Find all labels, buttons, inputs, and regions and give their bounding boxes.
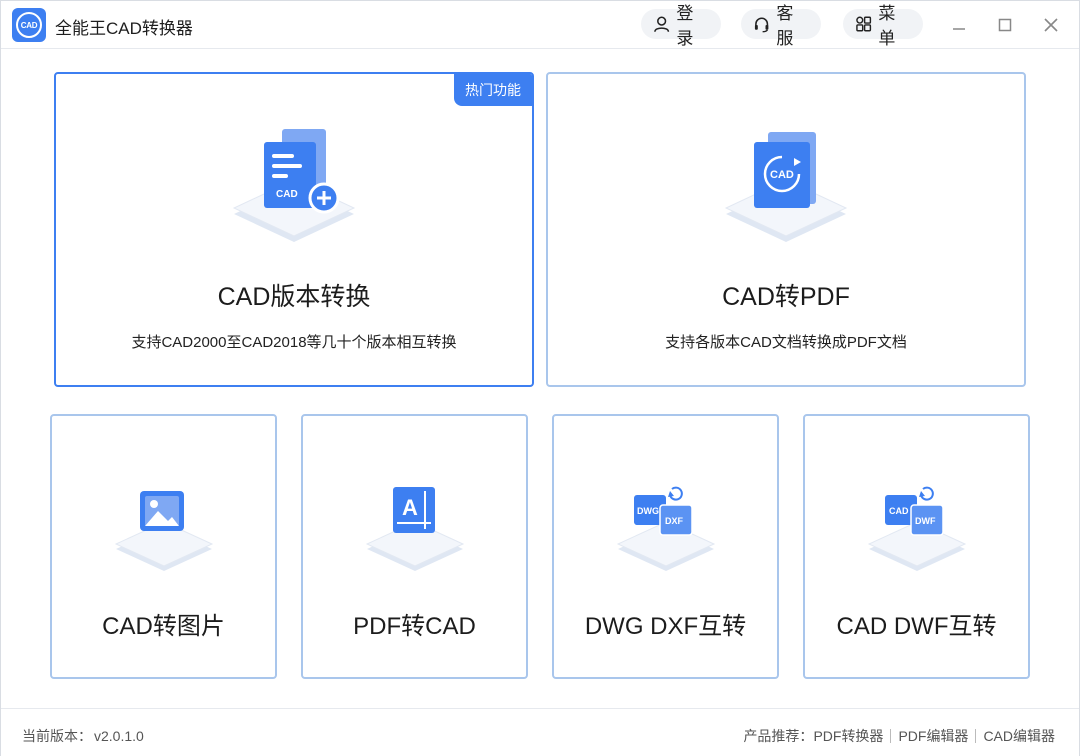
text-a-icon-letter: A <box>402 495 418 520</box>
divider <box>890 729 892 743</box>
version-number: v2.0.1.0 <box>94 728 144 744</box>
grid-menu-icon <box>856 16 872 32</box>
cad-convert-icon: CAD <box>724 132 848 242</box>
cad-dwf-icon: CAD DWF <box>867 486 966 571</box>
menu-label: 菜单 <box>878 4 896 48</box>
headset-icon <box>754 17 769 33</box>
cad-convert-icon-text: CAD <box>770 169 794 181</box>
cad-add-icon-text: CAD <box>276 189 298 200</box>
feature-title: DWG DXF互转 <box>584 613 747 640</box>
version-info: 当前版本： v2.0.1.0 <box>22 726 144 746</box>
feature-title: CAD版本转换 <box>217 283 371 311</box>
card-cad-dwf-convert[interactable]: CAD DWF CAD DWF互转 <box>803 414 1030 679</box>
feature-title: CAD DWF互转 <box>836 613 997 640</box>
dwg-dxf-icon: DWG DXF <box>616 486 715 571</box>
logo-text: CAD <box>16 12 42 38</box>
menu-button[interactable]: 菜单 <box>843 4 923 48</box>
feature-title: CAD转PDF <box>722 283 850 311</box>
link-pdf-editor[interactable]: PDF编辑器 <box>898 726 968 746</box>
maximize-button[interactable] <box>991 11 1019 39</box>
feature-description: 支持各版本CAD文档转换成PDF文档 <box>665 334 907 351</box>
status-bar: 当前版本： v2.0.1.0 产品推荐： PDF转换器 PDF编辑器 CAD编辑器 <box>1 708 1079 756</box>
login-button[interactable]: 登录 <box>641 4 721 48</box>
user-icon <box>654 16 670 32</box>
text-a-icon: A <box>365 487 464 571</box>
close-button[interactable] <box>1037 11 1065 39</box>
cad-label: CAD <box>889 506 909 516</box>
card-cad-version-convert[interactable]: 热门功能 CAD CAD版本转换 支持CAD2000至CAD2018等几十个版本… <box>54 72 534 387</box>
feature-title: PDF转CAD <box>353 613 476 640</box>
minimize-button[interactable] <box>945 11 973 39</box>
hot-feature-badge: 热门功能 <box>454 74 532 106</box>
card-pdf-to-cad[interactable]: A PDF转CAD <box>301 414 528 679</box>
close-icon <box>1044 18 1058 32</box>
service-label: 客服 <box>776 4 794 48</box>
login-label: 登录 <box>676 4 694 48</box>
feature-title: CAD转图片 <box>102 613 225 640</box>
app-title: 全能王CAD转换器 <box>55 19 193 38</box>
recommend-label: 产品推荐： <box>743 728 814 744</box>
app-window: CAD 全能王CAD转换器 登录 客服 菜单 热门功能 CAD CAD版本转换 … <box>0 0 1080 756</box>
card-cad-to-image[interactable]: CAD转图片 <box>50 414 277 679</box>
dxf-label: DXF <box>665 516 684 526</box>
maximize-icon <box>998 18 1012 32</box>
image-icon <box>114 491 213 571</box>
dwg-label: DWG <box>637 506 659 516</box>
minimize-icon <box>953 28 965 30</box>
link-pdf-converter[interactable]: PDF转换器 <box>813 726 883 746</box>
app-logo: CAD <box>12 8 46 42</box>
cad-add-icon: CAD <box>232 129 356 242</box>
title-bar: CAD 全能王CAD转换器 登录 客服 菜单 <box>1 1 1079 49</box>
product-recommend: 产品推荐： PDF转换器 PDF编辑器 CAD编辑器 <box>743 726 1055 746</box>
dwf-label: DWF <box>915 516 936 526</box>
customer-service-button[interactable]: 客服 <box>741 4 821 48</box>
version-label: 当前版本： <box>22 728 92 744</box>
feature-description: 支持CAD2000至CAD2018等几十个版本相互转换 <box>131 334 457 351</box>
divider <box>975 729 977 743</box>
link-cad-editor[interactable]: CAD编辑器 <box>983 726 1055 746</box>
card-dwg-dxf-convert[interactable]: DWG DXF DWG DXF互转 <box>552 414 779 679</box>
card-cad-to-pdf[interactable]: CAD CAD转PDF 支持各版本CAD文档转换成PDF文档 <box>546 72 1026 387</box>
